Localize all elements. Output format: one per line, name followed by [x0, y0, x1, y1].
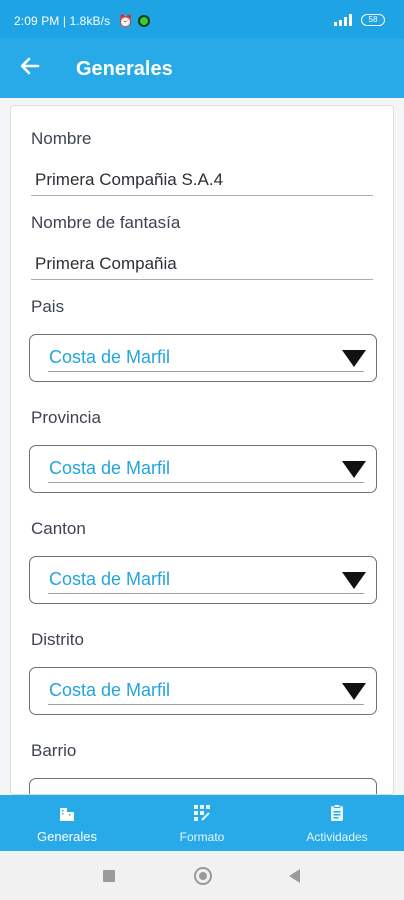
dropdown-arrow-icon: [342, 683, 366, 700]
pais-select-value: Costa de Marfil: [49, 347, 171, 367]
nombre-value: Primera Compañia S.A.4: [35, 170, 224, 189]
nombre-fantasia-input[interactable]: Primera Compañia: [31, 248, 373, 280]
field-label-nombre: Nombre: [31, 129, 92, 148]
signal-icon: [334, 14, 352, 26]
field-label-distrito: Distrito: [31, 630, 84, 649]
provincia-select[interactable]: Costa de Marfil: [29, 445, 377, 493]
tab-actividades[interactable]: Actividades: [294, 795, 380, 851]
dropdown-arrow-icon: [342, 350, 366, 367]
tab-actividades-label: Actividades: [306, 830, 368, 844]
page-title: Generales: [76, 58, 173, 80]
canton-select[interactable]: Costa de Marfil: [29, 556, 377, 604]
home-icon[interactable]: [194, 867, 212, 885]
barrio-select[interactable]: [29, 778, 377, 794]
battery-icon: 58: [361, 14, 385, 26]
tab-generales[interactable]: Generales: [22, 795, 112, 851]
alarm-clock-icon: ⏰: [118, 14, 133, 28]
field-label-pais: Pais: [31, 297, 65, 316]
distrito-select[interactable]: Costa de Marfil: [29, 667, 377, 715]
format-grid-icon: [194, 805, 210, 821]
tab-formato[interactable]: Formato: [160, 795, 244, 851]
tab-formato-label: Formato: [179, 830, 225, 844]
back-triangle-icon[interactable]: [289, 869, 300, 883]
select-underline: [48, 704, 364, 705]
dropdown-arrow-icon: [342, 461, 366, 478]
nombre-input[interactable]: Primera Compañia S.A.4: [31, 164, 373, 196]
arrow-left-icon[interactable]: [16, 52, 44, 80]
field-label-barrio: Barrio: [31, 741, 77, 760]
green-circle-icon: [138, 15, 150, 27]
system-navigation-bar: [0, 851, 404, 900]
field-label-provincia: Provincia: [31, 408, 101, 427]
tab-generales-label: Generales: [37, 829, 97, 844]
recents-icon[interactable]: [103, 870, 115, 882]
status-bar: 2:09 PM | 1.8kB/s ⏰ 58: [0, 0, 404, 38]
provincia-select-value: Costa de Marfil: [49, 458, 171, 478]
field-label-canton: Canton: [31, 519, 86, 538]
select-underline: [48, 593, 364, 594]
buildings-icon: [60, 808, 74, 821]
field-label-nombre-fantasia: Nombre de fantasía: [31, 213, 181, 232]
clipboard-icon: [331, 804, 343, 821]
dropdown-arrow-icon: [342, 572, 366, 589]
select-underline: [48, 482, 364, 483]
bottom-navigation: Generales Formato Actividades: [0, 795, 404, 851]
distrito-select-value: Costa de Marfil: [49, 680, 171, 700]
select-underline: [48, 371, 364, 372]
canton-select-value: Costa de Marfil: [49, 569, 171, 589]
pais-select[interactable]: Costa de Marfil: [29, 334, 377, 382]
status-time: 2:09 PM | 1.8kB/s: [14, 14, 111, 28]
app-bar: Generales: [0, 38, 404, 98]
nombre-fantasia-value: Primera Compañia: [35, 254, 177, 273]
form-card: Nombre Primera Compañia S.A.4 Nombre de …: [10, 105, 394, 795]
